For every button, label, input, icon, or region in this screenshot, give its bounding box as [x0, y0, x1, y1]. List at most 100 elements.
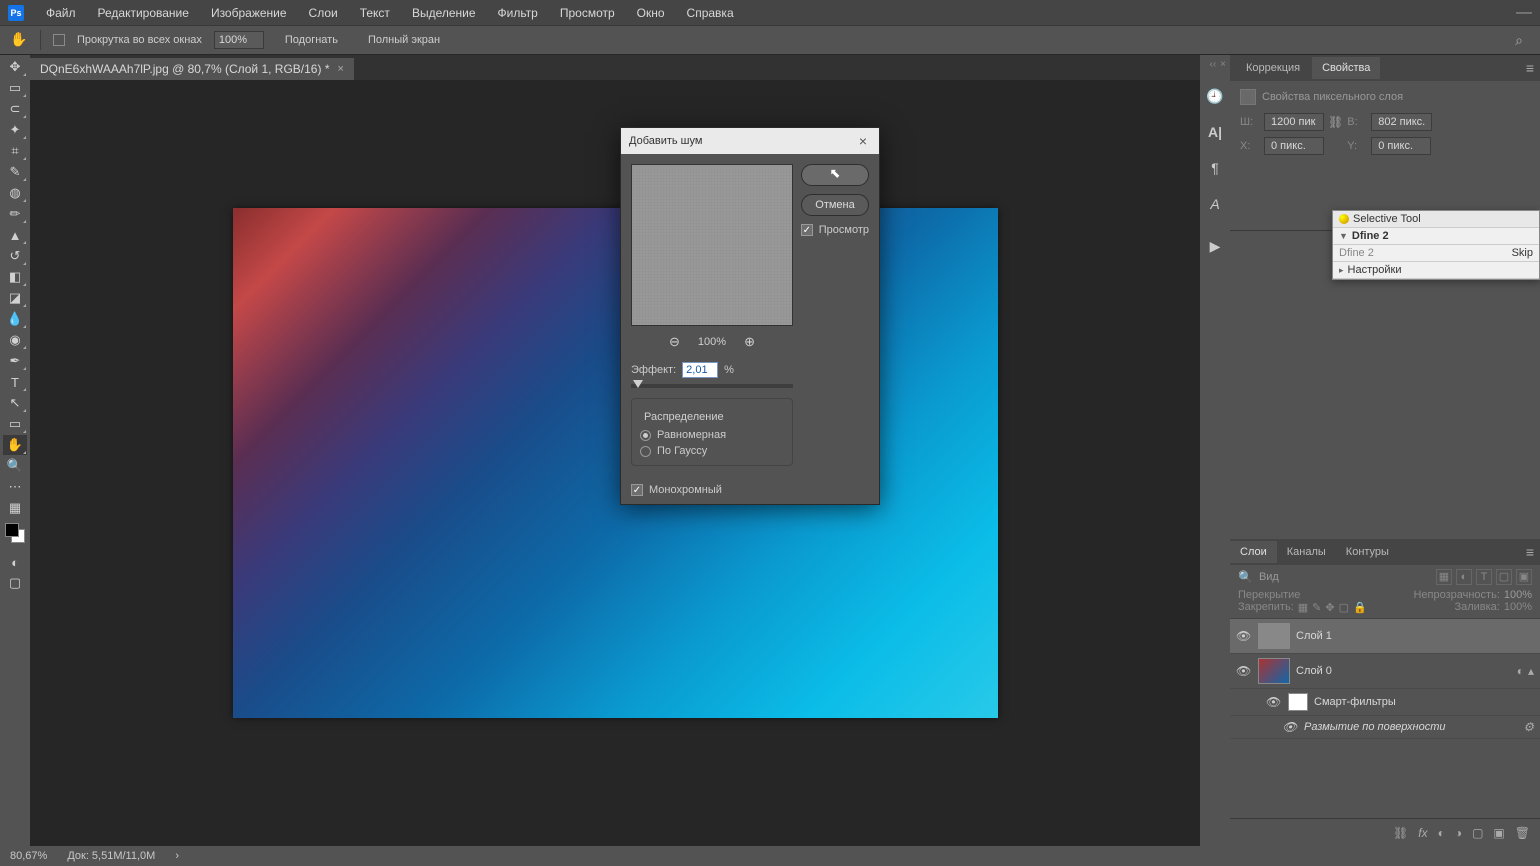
move-tool[interactable]: ✥ [3, 57, 27, 77]
layers-menu-icon[interactable]: ≡ [1520, 544, 1540, 560]
character-icon[interactable]: A| [1204, 121, 1226, 143]
uniform-radio[interactable]: Равномерная [640, 429, 784, 441]
edit-toolbar[interactable]: ▦ [3, 498, 27, 518]
lock-move-icon[interactable]: ✥ [1325, 601, 1334, 614]
lasso-tool[interactable]: ⊂ [3, 99, 27, 119]
eyedropper-tool[interactable]: ✎ [3, 162, 27, 182]
menu-text[interactable]: Текст [350, 2, 400, 24]
chevron-right-icon[interactable]: ▸ [1339, 265, 1344, 276]
color-swatches[interactable] [5, 523, 25, 543]
collapse-icon[interactable]: ‹‹ [1209, 59, 1216, 70]
amount-slider[interactable] [631, 384, 793, 388]
actions-icon[interactable]: ▶ [1204, 235, 1226, 257]
gradient-tool[interactable]: ◪ [3, 288, 27, 308]
tab-channels[interactable]: Каналы [1277, 541, 1336, 563]
menu-image[interactable]: Изображение [201, 2, 297, 24]
tab-paths[interactable]: Контуры [1336, 541, 1399, 563]
search-icon[interactable]: ⌕ [1508, 32, 1530, 49]
height-value[interactable]: 802 пикс. [1371, 113, 1432, 131]
tab-properties[interactable]: Свойства [1312, 57, 1380, 79]
y-value[interactable]: 0 пикс. [1371, 137, 1431, 155]
layer-row[interactable]: 👁 Слой 1 [1230, 619, 1540, 654]
menu-window[interactable]: Окно [627, 2, 675, 24]
filter-name[interactable]: Размытие по поверхности [1304, 721, 1446, 733]
link-icon[interactable]: ⛓ [1328, 115, 1343, 129]
fullscreen-button[interactable]: Полный экран [359, 30, 449, 50]
blend-mode-dropdown[interactable]: Перекрытие [1238, 589, 1409, 601]
link-layers-icon[interactable]: ⛓ [1393, 826, 1408, 840]
zoom-tool[interactable]: 🔍 [3, 456, 27, 476]
dialog-close-icon[interactable]: × [855, 133, 871, 149]
mask-icon[interactable]: ◐ [1438, 826, 1445, 840]
history-icon[interactable]: 🕘 [1204, 85, 1226, 107]
more-tool[interactable]: ⋯ [3, 477, 27, 497]
visibility-icon[interactable]: 👁 [1236, 664, 1252, 678]
fill-value[interactable]: 100% [1504, 601, 1532, 613]
slider-handle[interactable] [633, 380, 643, 388]
filter-shape-icon[interactable]: ▢ [1496, 569, 1512, 585]
scroll-all-checkbox[interactable] [53, 34, 65, 46]
visibility-icon[interactable]: 👁 [1266, 695, 1282, 709]
minimize-icon[interactable]: — [1516, 4, 1532, 22]
noise-preview[interactable] [631, 164, 793, 326]
selective-tool-panel[interactable]: Selective Tool ▼Dfine 2 Dfine 2Skip ▸Нас… [1332, 210, 1540, 280]
paragraph-icon[interactable]: ¶ [1204, 157, 1226, 179]
tab-layers[interactable]: Слои [1230, 541, 1277, 563]
lock-paint-icon[interactable]: ✎ [1312, 601, 1321, 614]
kind-dropdown[interactable]: Вид [1259, 571, 1430, 583]
tab-correction[interactable]: Коррекция [1236, 57, 1310, 79]
eraser-tool[interactable]: ◧ [3, 267, 27, 287]
x-value[interactable]: 0 пикс. [1264, 137, 1324, 155]
layer-thumbnail[interactable] [1258, 658, 1290, 684]
layer-name[interactable]: Слой 0 [1296, 665, 1332, 677]
zoom-out-icon[interactable]: ⊖ [669, 334, 680, 350]
screen-mode[interactable]: ▢ [3, 573, 27, 593]
filter-smart-icon[interactable]: ▣ [1516, 569, 1532, 585]
group-icon[interactable]: ▢ [1472, 826, 1483, 840]
wand-tool[interactable]: ✦ [3, 120, 27, 140]
blur-tool[interactable]: 💧 [3, 309, 27, 329]
fx-icon[interactable]: fx [1418, 826, 1427, 840]
document-tab[interactable]: DQnE6xhWAAAh7lP.jpg @ 80,7% (Слой 1, RGB… [30, 58, 354, 80]
collapse-icon[interactable]: ▴ [1528, 664, 1534, 678]
menu-view[interactable]: Просмотр [550, 2, 625, 24]
monochrome-checkbox[interactable]: ✓ [631, 484, 643, 496]
shape-tool[interactable]: ▭ [3, 414, 27, 434]
status-docsize[interactable]: Док: 5,51M/11,0M [67, 850, 155, 862]
filter-search-icon[interactable]: 🔍 [1238, 570, 1253, 584]
panel-menu-icon[interactable]: ≡ [1526, 60, 1534, 76]
filter-pixel-icon[interactable]: ▦ [1436, 569, 1452, 585]
hand-tool[interactable]: ✋ [3, 435, 27, 455]
filter-text-icon[interactable]: T [1476, 569, 1492, 585]
crop-tool[interactable]: ⌗ [3, 141, 27, 161]
status-zoom[interactable]: 80,67% [10, 850, 47, 862]
opacity-value[interactable]: 100% [1504, 589, 1532, 601]
pen-tool[interactable]: ✒ [3, 351, 27, 371]
menu-edit[interactable]: Редактирование [88, 2, 199, 24]
quick-mask[interactable]: ◐ [3, 552, 27, 572]
menu-select[interactable]: Выделение [402, 2, 486, 24]
lock-transparent-icon[interactable]: ▦ [1298, 601, 1308, 614]
ok-button[interactable]: ⬉OK [801, 164, 869, 186]
zoom-input[interactable]: 100% [214, 31, 264, 49]
dodge-tool[interactable]: ◉ [3, 330, 27, 350]
dialog-titlebar[interactable]: Добавить шум × [621, 128, 879, 154]
glyphs-icon[interactable]: A [1204, 193, 1226, 215]
smart-filter-item[interactable]: 👁 Размытие по поверхности ⚙ [1230, 716, 1540, 739]
close-tab-icon[interactable]: × [337, 63, 343, 75]
settings-label[interactable]: Настройки [1348, 264, 1402, 276]
zoom-in-icon[interactable]: ⊕ [744, 334, 755, 350]
menu-filter[interactable]: Фильтр [488, 2, 548, 24]
filter-settings-icon[interactable]: ⚙ [1523, 720, 1534, 734]
hand-tool-icon[interactable]: ✋ [10, 31, 28, 49]
preview-checkbox[interactable]: ✓ [801, 224, 813, 236]
cancel-button[interactable]: Отмена [801, 194, 869, 216]
dfine-label[interactable]: Dfine 2 [1352, 230, 1389, 242]
visibility-icon[interactable]: 👁 [1236, 629, 1252, 643]
visibility-icon[interactable]: 👁 [1282, 720, 1298, 734]
smart-filters-row[interactable]: 👁 Смарт-фильтры [1230, 689, 1540, 716]
gaussian-radio[interactable]: По Гауссу [640, 445, 784, 457]
layer-name[interactable]: Слой 1 [1296, 630, 1332, 642]
lock-artboard-icon[interactable]: ▢ [1339, 601, 1349, 614]
history-brush-tool[interactable]: ↺ [3, 246, 27, 266]
